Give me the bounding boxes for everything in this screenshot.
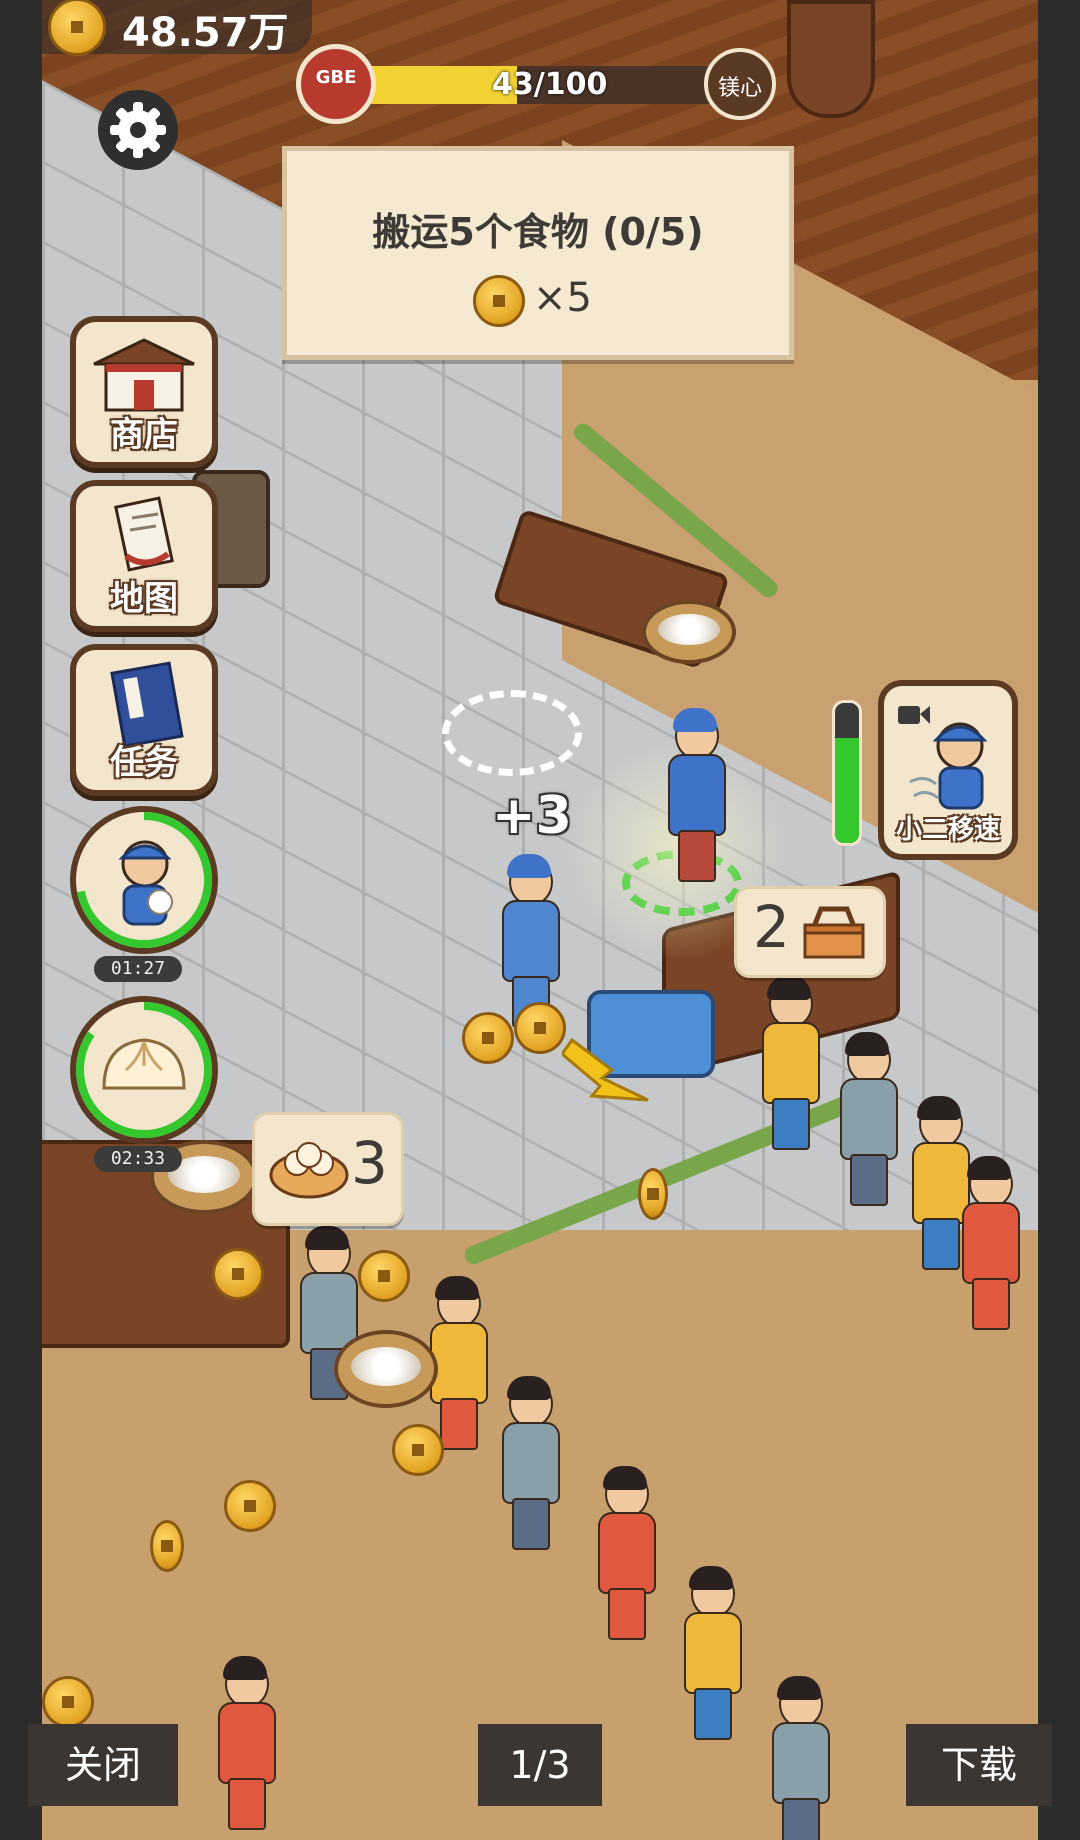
- speed-level-fill: [835, 738, 859, 843]
- counter-bun-badge: 3: [252, 1112, 404, 1226]
- task-reward: ×5: [473, 275, 633, 327]
- gold-coin-pickup[interactable]: [392, 1424, 444, 1476]
- bun-steamer: [642, 600, 736, 664]
- copper-coin-icon: [48, 0, 106, 56]
- player-character[interactable]: [494, 854, 564, 1028]
- bun-booster-button[interactable]: [70, 996, 218, 1144]
- task-title: 搬运5个食物 (0/5): [372, 210, 704, 254]
- placement-marker[interactable]: [442, 690, 582, 776]
- table-food-badge: 2: [734, 886, 886, 978]
- guide-arrow-icon: [562, 1037, 649, 1102]
- waiter-speed-button[interactable]: 小二移速: [878, 680, 1018, 860]
- task-reward-text: ×5: [533, 275, 592, 321]
- takeout-box-icon: [803, 906, 865, 959]
- gear-icon: [110, 102, 166, 158]
- shop-label: 商店: [110, 415, 178, 455]
- level-progress: 43/100 GBE 镁心: [296, 44, 776, 124]
- level-emblem[interactable]: GBE: [296, 44, 376, 124]
- customer: [954, 1156, 1024, 1330]
- gold-coin-pickup[interactable]: [462, 1012, 514, 1064]
- currency-display: 48.57万: [42, 0, 312, 56]
- customer: [676, 1566, 746, 1740]
- shop-button[interactable]: 商店: [70, 316, 218, 468]
- map-button[interactable]: 地图: [70, 480, 218, 632]
- close-button[interactable]: 关闭: [28, 1724, 178, 1806]
- gold-coin-pickup[interactable]: [514, 1002, 566, 1054]
- gold-coin-pickup[interactable]: [212, 1248, 264, 1300]
- waiter-character[interactable]: [660, 708, 730, 882]
- task-banner[interactable]: 搬运5个食物 (0/5) ×5: [282, 146, 794, 360]
- page-indicator: 1/3: [478, 1724, 602, 1806]
- download-button[interactable]: 下载: [906, 1724, 1052, 1806]
- counter-bun-count: 3: [351, 1129, 388, 1197]
- bun-basket-icon: [269, 1142, 349, 1199]
- gold-coin-pickup[interactable]: [358, 1250, 410, 1302]
- customer: [764, 1676, 834, 1840]
- gold-coin-pickup[interactable]: [150, 1520, 184, 1572]
- level-emblem-text: GBE: [315, 67, 357, 88]
- shop-building-icon: [93, 338, 195, 412]
- heart-button-label: 镁心: [717, 76, 762, 101]
- customer: [754, 976, 824, 1150]
- copper-coin-icon: [473, 275, 525, 327]
- gold-coin-pickup[interactable]: [224, 1480, 276, 1532]
- tasks-label: 任务: [110, 743, 178, 783]
- progress-text: 43/100: [492, 67, 608, 102]
- map-label: 地图: [110, 579, 178, 619]
- waiter-speed-label: 小二移速: [895, 815, 1000, 845]
- tasks-button[interactable]: 任务: [70, 644, 218, 796]
- currency-amount: 48.57万: [122, 10, 289, 56]
- heart-button[interactable]: 镁心: [704, 48, 776, 120]
- customer: [494, 1376, 564, 1550]
- waiter-portrait-icon: [118, 840, 173, 926]
- waiter-running-icon: [909, 722, 988, 810]
- carried-steamer: [334, 1330, 438, 1408]
- bun-booster-timer: 02:33: [94, 1146, 182, 1172]
- gold-coin-pickup[interactable]: [42, 1676, 94, 1728]
- map-scroll-icon: [114, 496, 174, 572]
- gold-coin-pickup[interactable]: [638, 1168, 668, 1220]
- steamed-bun-icon: [102, 1038, 186, 1090]
- speed-level-gauge: [832, 700, 862, 846]
- customer: [590, 1466, 660, 1640]
- wooden-pillar: [787, 0, 875, 118]
- table-food-count: 2: [753, 893, 790, 961]
- waiter-booster-timer: 01:27: [94, 956, 182, 982]
- customer: [210, 1656, 280, 1830]
- settings-button[interactable]: [98, 90, 178, 170]
- floating-gain-text: +3: [492, 786, 572, 846]
- waiter-booster-button[interactable]: [70, 806, 218, 954]
- customer: [832, 1032, 902, 1206]
